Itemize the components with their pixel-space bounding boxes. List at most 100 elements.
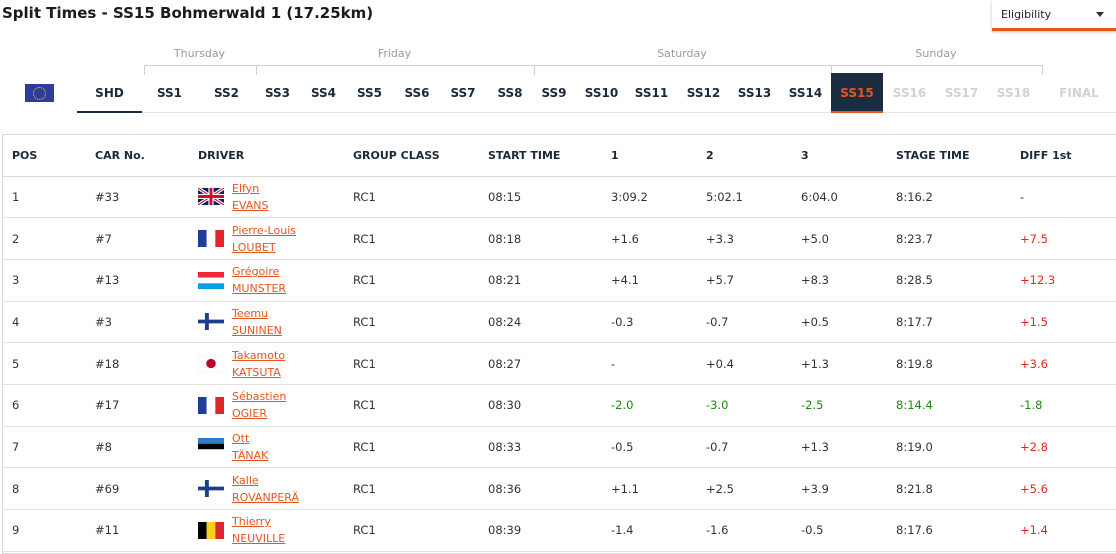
diff-first-cell: +2.8	[1011, 426, 1116, 469]
split-2-cell: +5.7	[697, 259, 792, 302]
column-header-driver: DRIVER	[189, 135, 344, 177]
split-3-cell: -2.5	[792, 384, 887, 427]
eligibility-dropdown[interactable]: Eligibility	[992, 0, 1116, 31]
group-class-cell: RC1	[344, 426, 479, 469]
driver-cell: Pierre-Louis LOUBET	[189, 217, 344, 260]
stage-tab-ss8[interactable]: SS8	[487, 73, 533, 113]
split-2-cell: +0.4	[697, 342, 792, 385]
car-number-cell: #11	[86, 509, 189, 552]
flag-fr-icon	[198, 396, 224, 414]
driver-last-name-link[interactable]: EVANS	[232, 197, 269, 214]
split-3-cell: +1.3	[792, 426, 887, 469]
stage-tab-ss15[interactable]: SS15	[831, 73, 883, 113]
stage-tab-ss12[interactable]: SS12	[680, 73, 727, 113]
start-time-cell: 08:30	[479, 384, 602, 427]
driver-cell: Teemu SUNINEN	[189, 301, 344, 344]
stage-tab-ss1[interactable]: SS1	[148, 73, 191, 113]
stage-tab-ss13[interactable]: SS13	[731, 73, 778, 113]
driver-last-name-link[interactable]: MUNSTER	[232, 280, 286, 297]
split-3-cell: +5.0	[792, 217, 887, 260]
driver-first-name-link[interactable]: Kalle	[232, 472, 299, 489]
split-2-cell: 5:02.1	[697, 176, 792, 219]
column-header-split-1: 1	[602, 135, 697, 177]
driver-last-name-link[interactable]: NEUVILLE	[232, 530, 285, 547]
split-1-cell: +4.1	[602, 259, 697, 302]
column-header-car-no: CAR No.	[86, 135, 189, 177]
start-time-cell: 08:27	[479, 342, 602, 385]
stage-tab-ss4[interactable]: SS4	[302, 73, 345, 113]
split-3-cell: +0.5	[792, 301, 887, 344]
split-2-cell: +3.3	[697, 217, 792, 260]
group-class-cell: RC1	[344, 384, 479, 427]
driver-last-name-link[interactable]: SUNINEN	[232, 322, 282, 339]
stage-tab-ss6[interactable]: SS6	[394, 73, 440, 113]
split-1-cell: -0.5	[602, 426, 697, 469]
position-cell: 2	[3, 217, 86, 260]
split-3-cell: +8.3	[792, 259, 887, 302]
driver-first-name-link[interactable]: Ott	[232, 430, 268, 447]
table-row: 7 #8 Ott TÄNAK RC1 08:33 -0.5 -0.7 +1.3 8:19.0 +2.…	[3, 426, 1116, 469]
table-row: 4 #3 Teemu SUNINEN RC1 08:24 -0.3 -0.7 +0.5 8:17.…	[3, 301, 1116, 344]
start-time-cell: 08:33	[479, 426, 602, 469]
position-cell: 1	[3, 176, 86, 219]
split-1-cell: -2.0	[602, 384, 697, 427]
flag-be-icon	[198, 521, 224, 539]
stage-tab-final: FINAL	[1059, 86, 1099, 100]
flag-lu-icon	[198, 271, 224, 289]
stage-time-cell: 8:16.2	[887, 176, 1011, 219]
position-cell: 3	[3, 259, 86, 302]
stage-tab-shd[interactable]: SHD	[77, 73, 142, 113]
flag-fi-icon	[198, 313, 224, 331]
car-number-cell: #18	[86, 342, 189, 385]
driver-first-name-link[interactable]: Sébastien	[232, 388, 286, 405]
split-times-table-container: POS CAR No. DRIVER GROUP CLASS START TIME 1 2 3…	[2, 134, 1116, 554]
car-number-cell: #7	[86, 217, 189, 260]
stage-tab-ss3[interactable]: SS3	[256, 73, 299, 113]
start-time-cell: 08:36	[479, 467, 602, 510]
stage-time-cell: 8:21.8	[887, 467, 1011, 510]
flag-jp-icon	[198, 355, 224, 373]
group-class-cell: RC1	[344, 176, 479, 219]
driver-last-name-link[interactable]: KATSUTA	[232, 364, 285, 381]
group-class-cell: RC1	[344, 467, 479, 510]
day-label-sunday: Sunday	[915, 47, 957, 60]
split-3-cell: +3.9	[792, 467, 887, 510]
stage-tab-ss10[interactable]: SS10	[578, 73, 625, 113]
stage-tab-ss9[interactable]: SS9	[533, 73, 575, 113]
table-row: 3 #13 Grégoire MUNSTER RC1 08:21 +4.1 +5.7 +8.3 8…	[3, 259, 1116, 302]
driver-first-name-link[interactable]: Elfyn	[232, 180, 269, 197]
driver-first-name-link[interactable]: Takamoto	[232, 347, 285, 364]
position-cell: 6	[3, 384, 86, 427]
group-class-cell: RC1	[344, 301, 479, 344]
driver-last-name-link[interactable]: OGIER	[232, 405, 286, 422]
stage-tab-ss5[interactable]: SS5	[348, 73, 391, 113]
split-1-cell: +1.6	[602, 217, 697, 260]
stage-tab-ss11[interactable]: SS11	[628, 73, 675, 113]
diff-first-cell: +12.3	[1011, 259, 1116, 302]
driver-last-name-link[interactable]: TÄNAK	[232, 447, 268, 464]
stage-tab-ss2[interactable]: SS2	[205, 73, 248, 113]
position-cell: 9	[3, 509, 86, 552]
column-header-split-2: 2	[697, 135, 792, 177]
driver-last-name-link[interactable]: ROVANPERÄ	[232, 489, 299, 506]
stage-tab-ss17: SS17	[944, 86, 979, 100]
split-1-cell: +1.1	[602, 467, 697, 510]
stage-tab-ss18: SS18	[996, 86, 1031, 100]
column-header-stage-time: STAGE TIME	[887, 135, 1011, 177]
flag-fr-icon	[198, 230, 224, 248]
driver-first-name-link[interactable]: Pierre-Louis	[232, 222, 296, 239]
stage-tab-ss14[interactable]: SS14	[782, 73, 829, 113]
car-number-cell: #69	[86, 467, 189, 510]
split-3-cell: 6:04.0	[792, 176, 887, 219]
driver-first-name-link[interactable]: Thierry	[232, 513, 285, 530]
car-number-cell: #33	[86, 176, 189, 219]
column-header-split-3: 3	[792, 135, 887, 177]
driver-first-name-link[interactable]: Grégoire	[232, 263, 286, 280]
start-time-cell: 08:18	[479, 217, 602, 260]
day-label-saturday: Saturday	[657, 47, 707, 60]
driver-last-name-link[interactable]: LOUBET	[232, 239, 296, 256]
diff-first-cell: -1.8	[1011, 384, 1116, 427]
stage-time-cell: 8:19.8	[887, 342, 1011, 385]
stage-tab-ss7[interactable]: SS7	[440, 73, 486, 113]
driver-first-name-link[interactable]: Teemu	[232, 305, 282, 322]
